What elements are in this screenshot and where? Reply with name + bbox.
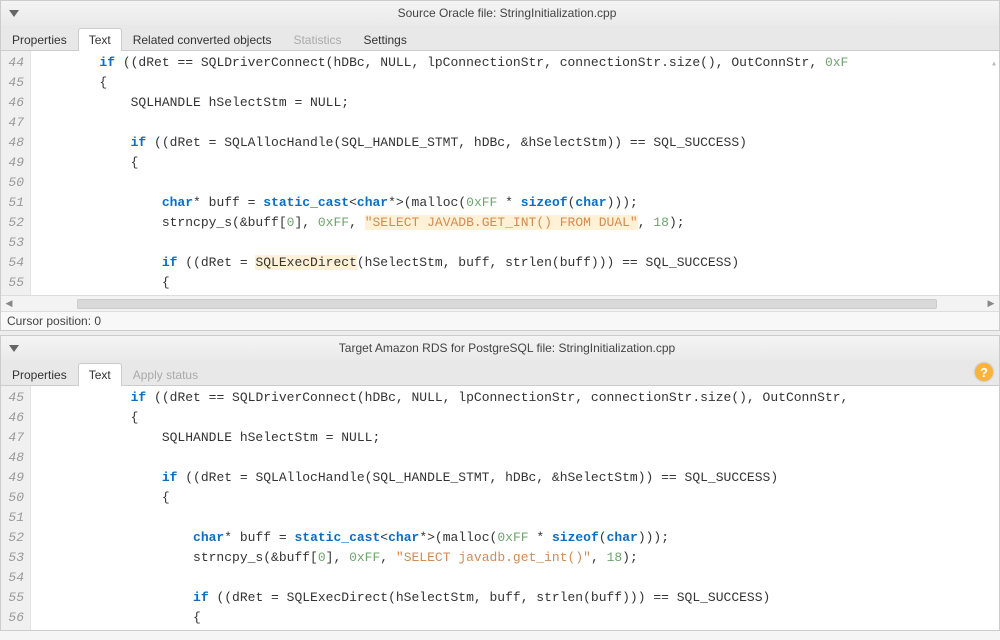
code-line[interactable]: SQLHANDLE hSelectStm = NULL; <box>37 428 999 448</box>
collapse-target-button[interactable] <box>7 341 21 355</box>
code-line[interactable] <box>37 233 999 253</box>
help-icon[interactable]: ? <box>975 363 993 381</box>
line-number: 44 <box>5 53 24 73</box>
source-code-area[interactable]: 444546474849505152535455 if ((dRet == SQ… <box>1 51 999 295</box>
scrollbar-thumb[interactable] <box>77 299 937 309</box>
line-number: 53 <box>5 233 24 253</box>
line-number: 55 <box>5 588 24 608</box>
line-number: 53 <box>5 548 24 568</box>
target-pane-header: Target Amazon RDS for PostgreSQL file: S… <box>1 336 999 360</box>
code-line[interactable]: if ((dRet == SQLDriverConnect(hDBc, NULL… <box>37 53 999 73</box>
code-line[interactable]: { <box>37 408 999 428</box>
scroll-left-icon[interactable]: ◀ <box>1 298 17 309</box>
tab-statistics: Statistics <box>282 28 352 52</box>
code-line[interactable] <box>37 173 999 193</box>
code-line[interactable] <box>37 508 999 528</box>
tab-properties[interactable]: Properties <box>1 28 78 52</box>
code-line[interactable]: char* buff = static_cast<char*>(malloc(0… <box>37 193 999 213</box>
code-line[interactable]: { <box>37 273 999 293</box>
source-horizontal-scrollbar[interactable]: ◀ ▶ <box>1 295 999 311</box>
target-tabs: PropertiesTextApply status? <box>1 360 999 386</box>
code-line[interactable]: { <box>37 488 999 508</box>
code-line[interactable]: if ((dRet = SQLExecDirect(hSelectStm, bu… <box>37 588 999 608</box>
line-number: 51 <box>5 193 24 213</box>
line-number: 49 <box>5 153 24 173</box>
code-line[interactable]: if ((dRet = SQLExecDirect(hSelectStm, bu… <box>37 253 999 273</box>
source-pane-header: Source Oracle file: StringInitialization… <box>1 1 999 25</box>
line-number: 47 <box>5 428 24 448</box>
code-line[interactable]: if ((dRet == SQLDriverConnect(hDBc, NULL… <box>37 388 999 408</box>
source-tabs: PropertiesTextRelated converted objectsS… <box>1 25 999 51</box>
line-number: 46 <box>5 93 24 113</box>
line-number: 54 <box>5 568 24 588</box>
tab-apply-status: Apply status <box>122 363 209 387</box>
source-pane: Source Oracle file: StringInitialization… <box>0 0 1000 331</box>
source-gutter: 444546474849505152535455 <box>1 51 31 295</box>
tab-text[interactable]: Text <box>78 363 122 387</box>
target-pane: Target Amazon RDS for PostgreSQL file: S… <box>0 335 1000 631</box>
line-number: 49 <box>5 468 24 488</box>
line-number: 50 <box>5 173 24 193</box>
code-line[interactable]: strncpy_s(&buff[0], 0xFF, "SELECT javadb… <box>37 548 999 568</box>
line-number: 52 <box>5 528 24 548</box>
line-number: 54 <box>5 253 24 273</box>
code-line[interactable] <box>37 448 999 468</box>
target-code[interactable]: if ((dRet == SQLDriverConnect(hDBc, NULL… <box>31 386 999 630</box>
tab-related-converted-objects[interactable]: Related converted objects <box>122 28 283 52</box>
tab-properties[interactable]: Properties <box>1 363 78 387</box>
line-number: 47 <box>5 113 24 133</box>
line-number: 48 <box>5 448 24 468</box>
code-line[interactable]: if ((dRet = SQLAllocHandle(SQL_HANDLE_ST… <box>37 468 999 488</box>
source-code[interactable]: if ((dRet == SQLDriverConnect(hDBc, NULL… <box>31 51 999 295</box>
target-code-area[interactable]: 454647484950515253545556 if ((dRet == SQ… <box>1 386 999 630</box>
line-number: 55 <box>5 273 24 293</box>
source-status: Cursor position: 0 <box>1 311 999 330</box>
source-title: Source Oracle file: StringInitialization… <box>21 6 993 20</box>
scroll-up-icon[interactable]: ▴ <box>991 55 997 75</box>
code-line[interactable]: { <box>37 608 999 628</box>
line-number: 51 <box>5 508 24 528</box>
code-line[interactable]: if ((dRet = SQLAllocHandle(SQL_HANDLE_ST… <box>37 133 999 153</box>
code-line[interactable]: SQLHANDLE hSelectStm = NULL; <box>37 93 999 113</box>
line-number: 45 <box>5 388 24 408</box>
line-number: 50 <box>5 488 24 508</box>
collapse-source-button[interactable] <box>7 6 21 20</box>
line-number: 56 <box>5 608 24 628</box>
code-line[interactable]: strncpy_s(&buff[0], 0xFF, "SELECT JAVADB… <box>37 213 999 233</box>
code-line[interactable] <box>37 113 999 133</box>
target-gutter: 454647484950515253545556 <box>1 386 31 630</box>
target-title: Target Amazon RDS for PostgreSQL file: S… <box>21 341 993 355</box>
tab-text[interactable]: Text <box>78 28 122 52</box>
line-number: 46 <box>5 408 24 428</box>
line-number: 48 <box>5 133 24 153</box>
tab-settings[interactable]: Settings <box>352 28 417 52</box>
scrollbar-track[interactable] <box>17 298 983 310</box>
line-number: 52 <box>5 213 24 233</box>
scroll-right-icon[interactable]: ▶ <box>983 298 999 309</box>
code-line[interactable] <box>37 568 999 588</box>
line-number: 45 <box>5 73 24 93</box>
code-line[interactable]: { <box>37 153 999 173</box>
code-line[interactable]: char* buff = static_cast<char*>(malloc(0… <box>37 528 999 548</box>
code-line[interactable]: { <box>37 73 999 93</box>
